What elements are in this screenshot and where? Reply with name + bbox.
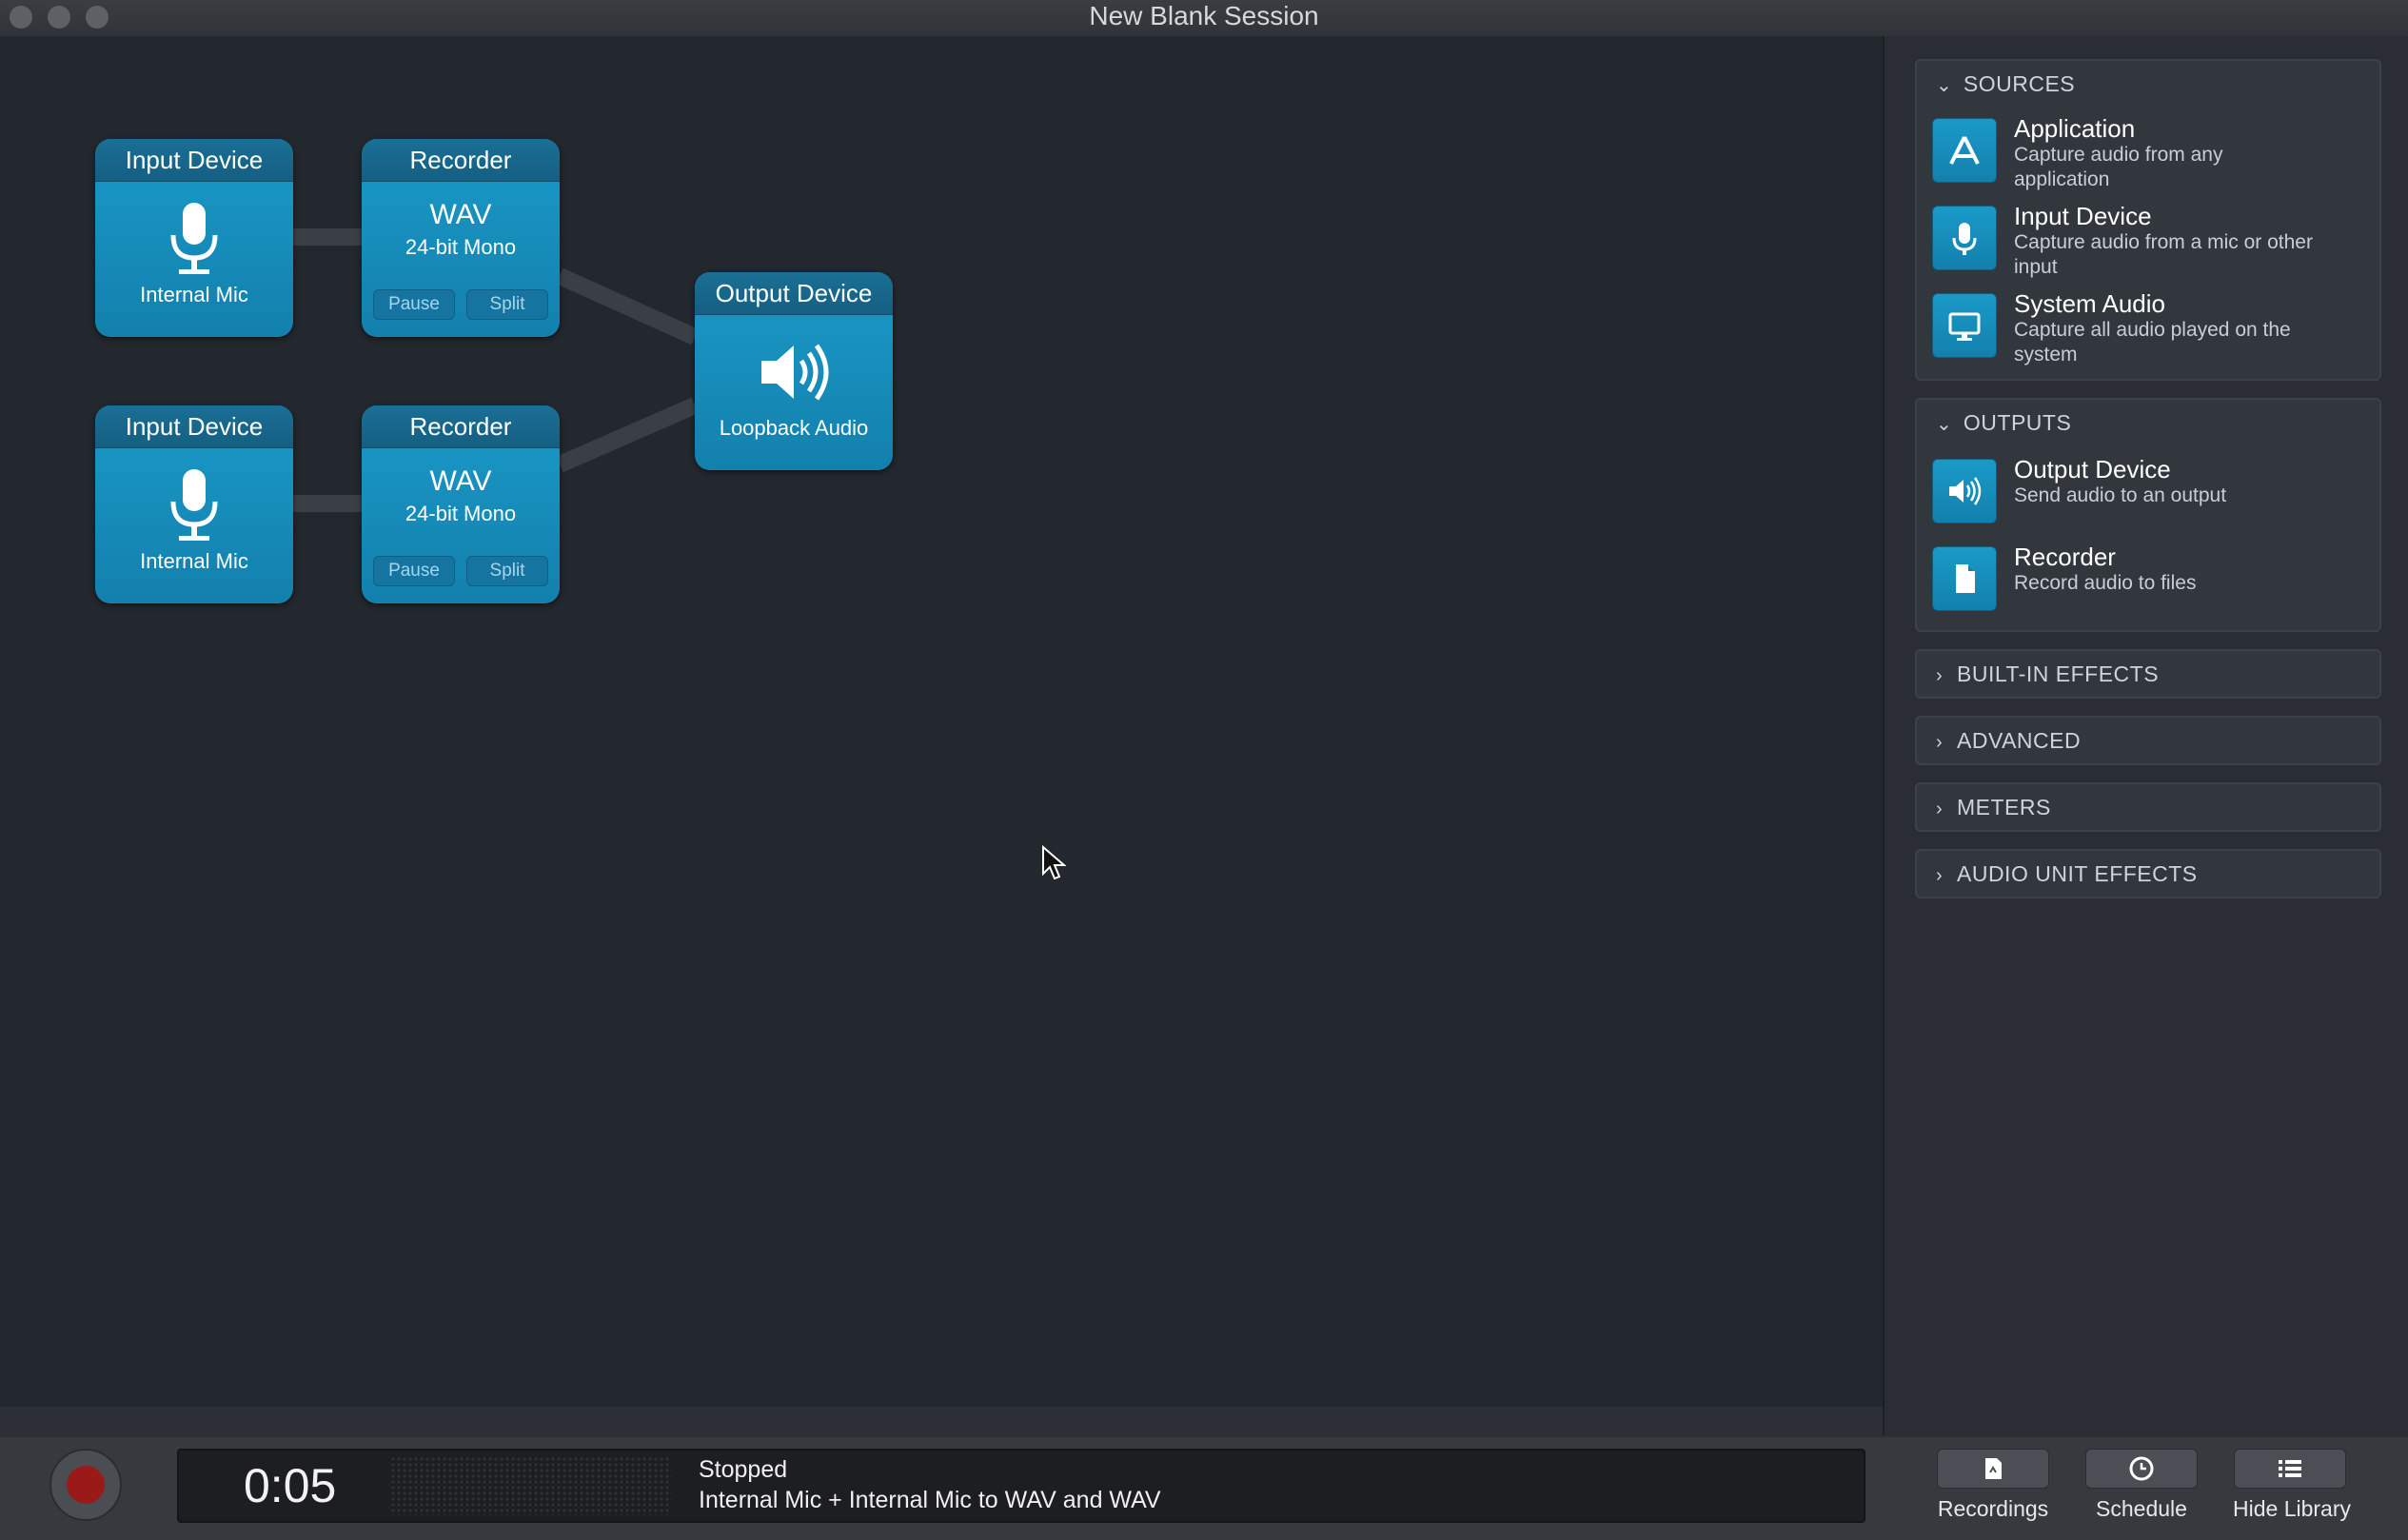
outputs-header[interactable]: ⌄ OUTPUTS: [1917, 400, 2379, 445]
input-device-node-1[interactable]: Input Device Internal Mic: [95, 139, 293, 337]
library-item-title: Application: [2014, 114, 2136, 143]
library-sidebar: ⌄ SOURCES Application Capture audio from…: [1883, 36, 2408, 1435]
recorder-node-2[interactable]: Recorder WAV 24-bit Mono Pause Split: [362, 405, 560, 603]
library-item-title: Recorder: [2014, 543, 2116, 571]
application-icon: [1932, 118, 1997, 183]
microphone-icon: [1932, 206, 1997, 270]
split-button[interactable]: Split: [466, 289, 548, 320]
sources-header[interactable]: ⌄ SOURCES: [1917, 61, 2379, 107]
recordings-tool[interactable]: Recordings: [1936, 1449, 2050, 1522]
node-header: Input Device: [95, 405, 293, 448]
window-title: New Blank Session: [1089, 1, 1319, 30]
list-icon: [2279, 1460, 2301, 1477]
session-canvas[interactable]: Input Device Internal Mic Recorder WAV 2…: [0, 36, 1883, 1407]
outputs-section: ⌄ OUTPUTS Output Device Send audio to an…: [1915, 398, 2381, 632]
library-item-description: Send audio to an output: [2014, 484, 2227, 506]
wire-input2-recorder2: [293, 495, 362, 512]
recorder-format: WAV: [429, 199, 492, 230]
speaker-icon: [1932, 459, 1997, 523]
output-device-node[interactable]: Output Device Loopback Audio: [695, 272, 893, 470]
file-icon: [1932, 546, 1997, 611]
elapsed-time: 0:05: [244, 1459, 337, 1512]
recordings-label: Recordings: [1937, 1496, 2049, 1521]
chevron-down-icon: ⌄: [1936, 75, 1953, 96]
hide-library-label: Hide Library: [2233, 1496, 2351, 1521]
schedule-tool[interactable]: Schedule: [2084, 1449, 2199, 1522]
library-item-title: Input Device: [2014, 202, 2152, 230]
wire-recorder1-output: [556, 267, 699, 346]
section-title: AUDIO UNIT EFFECTS: [1957, 861, 2198, 886]
microphone-icon: [170, 469, 218, 541]
built-in-effects-section[interactable]: › BUILT-IN EFFECTS: [1915, 649, 2381, 699]
chevron-down-icon: ⌄: [1936, 414, 1953, 435]
hide-library-tool[interactable]: Hide Library: [2233, 1449, 2351, 1522]
recordings-button[interactable]: [1937, 1449, 2049, 1489]
canvas-scroll-area: [0, 1407, 1883, 1435]
recorder-bit-depth: 24-bit Mono: [405, 235, 517, 259]
library-item-application[interactable]: Application Capture audio from any appli…: [1932, 114, 2370, 190]
recorder-bit-depth: 24-bit Mono: [405, 502, 517, 525]
wire-input1-recorder1: [293, 228, 362, 246]
sources-section: ⌄ SOURCES Application Capture audio from…: [1915, 59, 2381, 381]
chevron-right-icon: ›: [1936, 732, 1944, 753]
pause-button[interactable]: Pause: [373, 556, 455, 586]
node-label: Internal Mic: [140, 549, 248, 573]
microphone-icon: [170, 203, 218, 274]
library-item-input-device[interactable]: Input Device Capture audio from a mic or…: [1932, 202, 2370, 278]
mouse-cursor-icon: [1042, 845, 1066, 880]
library-item-system-audio[interactable]: System Audio Capture all audio played on…: [1932, 289, 2370, 365]
pause-button[interactable]: Pause: [373, 289, 455, 320]
schedule-button[interactable]: [2085, 1449, 2198, 1489]
hide-library-button[interactable]: [2234, 1449, 2346, 1489]
library-item-output-device[interactable]: Output Device Send audio to an output: [1932, 455, 2370, 531]
split-button[interactable]: Split: [466, 556, 548, 586]
library-item-description: Capture audio from a mic or other input: [2014, 231, 2313, 278]
speaker-icon: [761, 344, 829, 401]
status-detail: Internal Mic + Internal Mic to WAV and W…: [699, 1487, 1161, 1513]
section-title: METERS: [1957, 795, 2051, 819]
level-meter: [390, 1456, 672, 1515]
library-item-description: Record audio to files: [2014, 572, 2197, 594]
input-device-node-2[interactable]: Input Device Internal Mic: [95, 405, 293, 603]
library-item-recorder[interactable]: Recorder Record audio to files: [1932, 543, 2370, 619]
node-header: Output Device: [695, 272, 893, 315]
sources-title: SOURCES: [1963, 71, 2076, 96]
advanced-section[interactable]: › ADVANCED: [1915, 716, 2381, 765]
wire-recorder2-output: [556, 397, 699, 473]
recorder-node-1[interactable]: Recorder WAV 24-bit Mono Pause Split: [362, 139, 560, 337]
chevron-right-icon: ›: [1936, 799, 1944, 819]
record-button[interactable]: [49, 1449, 122, 1521]
library-item-title: Output Device: [2014, 455, 2171, 484]
meters-section[interactable]: › METERS: [1915, 782, 2381, 832]
node-header: Recorder: [362, 405, 560, 448]
recordings-icon: [1985, 1458, 2002, 1479]
section-title: ADVANCED: [1957, 728, 2082, 753]
node-label: Loopback Audio: [719, 416, 869, 440]
library-item-description: Capture audio from any application: [2014, 144, 2223, 190]
schedule-label: Schedule: [2096, 1496, 2187, 1521]
node-header: Input Device: [95, 139, 293, 182]
outputs-title: OUTPUTS: [1963, 410, 2072, 435]
title-bar: New Blank Session: [0, 0, 2408, 37]
section-title: BUILT-IN EFFECTS: [1957, 661, 2160, 686]
node-header: Recorder: [362, 139, 560, 182]
chevron-right-icon: ›: [1936, 865, 1944, 886]
library-item-description: Capture all audio played on the system: [2014, 319, 2291, 365]
status-display: 0:05 Stopped Internal Mic + Internal Mic…: [177, 1449, 1865, 1523]
status-text: Stopped: [699, 1456, 788, 1483]
clock-icon: [2129, 1456, 2154, 1481]
monitor-icon: [1932, 293, 1997, 358]
chevron-right-icon: ›: [1936, 665, 1944, 686]
recorder-format: WAV: [429, 465, 492, 497]
library-item-title: System Audio: [2014, 289, 2165, 318]
audio-unit-effects-section[interactable]: › AUDIO UNIT EFFECTS: [1915, 849, 2381, 898]
node-label: Internal Mic: [140, 283, 248, 306]
